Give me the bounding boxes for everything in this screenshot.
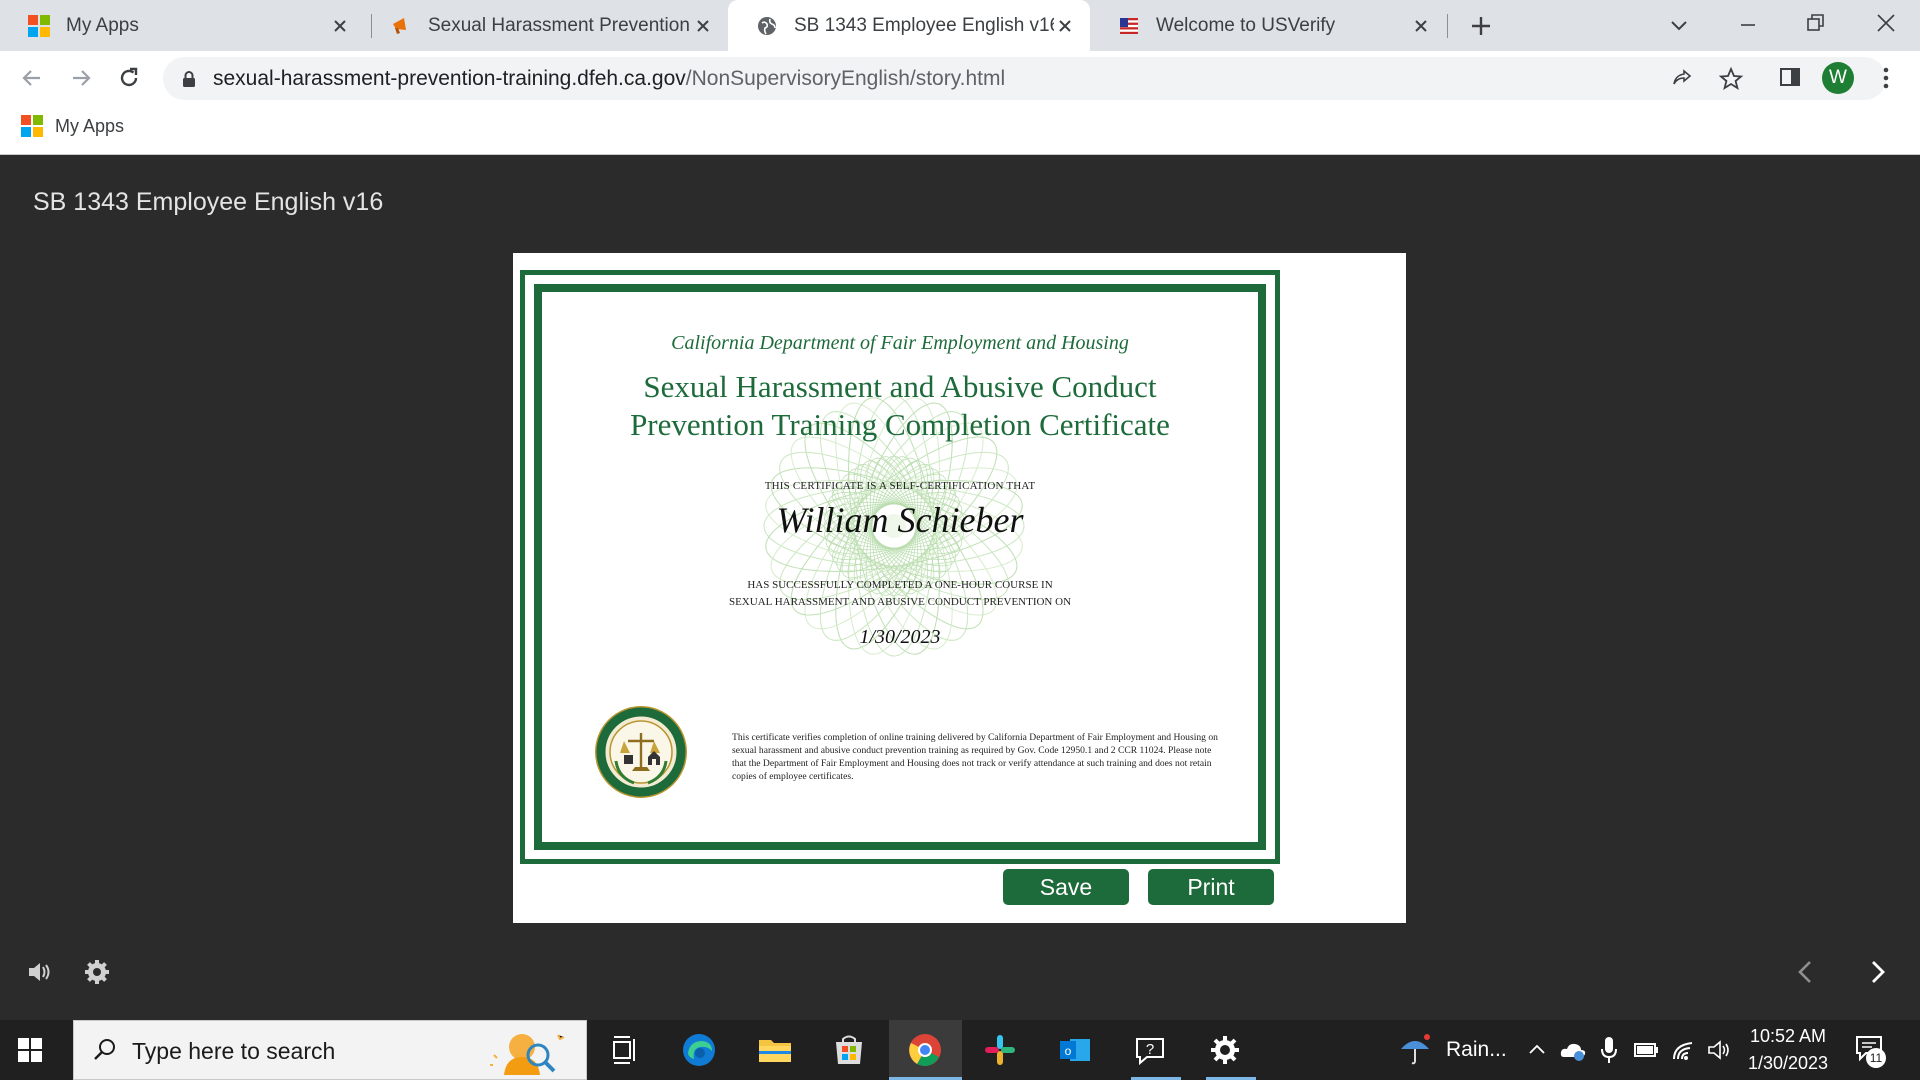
notification-count-badge: 11 xyxy=(1866,1048,1886,1068)
next-slide-chevron-icon[interactable] xyxy=(1862,957,1892,987)
bookmarks-bar: My Apps xyxy=(0,105,1920,155)
certificate-slide: California Department of Fair Employment… xyxy=(513,253,1406,923)
tab-divider xyxy=(1447,14,1448,38)
forward-arrow-icon[interactable] xyxy=(67,64,95,92)
tab-title: SB 1343 Employee English v16 xyxy=(794,14,1054,36)
search-placeholder: Type here to search xyxy=(132,1038,336,1064)
reload-icon[interactable] xyxy=(115,64,143,92)
page-title: SB 1343 Employee English v16 xyxy=(33,188,384,216)
bookmark-star-icon[interactable] xyxy=(1718,66,1744,92)
certificate-inner-border: California Department of Fair Employment… xyxy=(534,284,1266,850)
completion-date: 1/30/2023 xyxy=(859,626,941,648)
tab-my-apps[interactable]: My Apps xyxy=(0,0,365,51)
us-flag-icon xyxy=(1120,17,1138,34)
recipient-name: William Schieber xyxy=(776,500,1024,540)
print-button[interactable]: Print xyxy=(1148,869,1274,905)
tab-search-chevron-down-icon[interactable] xyxy=(1667,13,1691,37)
completion-statement-line1: HAS SUCCESSFULLY COMPLETED A ONE-HOUR CO… xyxy=(747,579,1053,591)
more-menu-icon[interactable] xyxy=(1876,64,1896,92)
volume-icon[interactable] xyxy=(24,957,54,987)
taskbar-search-box[interactable]: Type here to search xyxy=(73,1020,587,1080)
task-view-icon[interactable] xyxy=(606,1031,644,1069)
battery-icon[interactable] xyxy=(1632,1038,1660,1062)
certificate-heading-line1: Sexual Harassment and Abusive Conduct xyxy=(643,369,1157,404)
back-arrow-icon[interactable] xyxy=(18,64,46,92)
windows-start-icon[interactable] xyxy=(17,1037,43,1063)
file-explorer-icon[interactable] xyxy=(756,1031,794,1069)
search-highlight-illustration-icon xyxy=(490,1034,565,1075)
share-icon[interactable] xyxy=(1670,67,1694,91)
close-tab-icon[interactable] xyxy=(1410,15,1432,37)
certificate-heading: Sexual Harassment and Abusive Conduct Pr… xyxy=(542,368,1258,444)
close-tab-icon[interactable] xyxy=(329,15,351,37)
microphone-icon[interactable] xyxy=(1598,1035,1620,1065)
bookmark-label: My Apps xyxy=(55,115,125,136)
completion-statement: HAS SUCCESSFULLY COMPLETED A ONE-HOUR CO… xyxy=(542,577,1258,611)
url-path: /NonSupervisoryEnglish/story.html xyxy=(685,67,1006,90)
previous-slide-chevron-icon[interactable] xyxy=(1791,957,1821,987)
settings-gear-icon[interactable] xyxy=(82,957,112,987)
certificate-heading-line2: Prevention Training Completion Certifica… xyxy=(630,407,1170,442)
close-window-icon[interactable] xyxy=(1873,10,1899,36)
new-tab-icon[interactable] xyxy=(1468,13,1494,39)
show-hidden-icons-chevron-up-icon[interactable] xyxy=(1526,1039,1548,1061)
lock-icon[interactable] xyxy=(181,70,197,88)
minimize-icon[interactable] xyxy=(1736,13,1760,37)
rain-weather-icon[interactable] xyxy=(1396,1031,1434,1069)
windows-taskbar: Type here to search o ? Rain... 10:52 AM… xyxy=(0,1020,1920,1080)
svg-text:?: ? xyxy=(1146,1041,1154,1058)
save-button[interactable]: Save xyxy=(1003,869,1129,905)
close-tab-icon[interactable] xyxy=(692,15,714,37)
tab-title: Welcome to USVerify xyxy=(1156,14,1336,36)
tab-welcome-usverify[interactable]: Welcome to USVerify xyxy=(1090,0,1446,51)
notification-center-button[interactable]: 11 xyxy=(1854,1034,1888,1068)
tab-sexual-harassment-prevention[interactable]: Sexual Harassment Prevention Tr xyxy=(362,0,728,51)
self-certification-text: THIS CERTIFICATE IS A SELF-CERTIFICATION… xyxy=(764,480,1036,492)
clock-time[interactable]: 10:52 AM xyxy=(1748,1026,1828,1047)
globe-icon xyxy=(758,16,776,35)
url-domain: sexual-harassment-prevention-training.df… xyxy=(213,67,686,90)
certificate-organization: California Department of Fair Employment… xyxy=(671,332,1129,354)
chrome-browser-icon[interactable] xyxy=(906,1031,944,1069)
side-panel-icon[interactable] xyxy=(1778,65,1802,89)
get-help-icon[interactable]: ? xyxy=(1131,1031,1169,1069)
certificate-outer-border: California Department of Fair Employment… xyxy=(520,270,1280,864)
completion-statement-line2: SEXUAL HARASSMENT AND ABUSIVE CONDUCT PR… xyxy=(728,596,1072,608)
onedrive-icon[interactable] xyxy=(1559,1037,1587,1063)
certificate-disclaimer: This certificate verifies completion of … xyxy=(732,732,1218,782)
tab-sb-1343-employee[interactable]: SB 1343 Employee English v16 xyxy=(728,0,1090,51)
bookmark-my-apps[interactable]: My Apps xyxy=(21,115,124,137)
weather-text[interactable]: Rain... xyxy=(1446,1038,1507,1062)
address-bar[interactable]: sexual-harassment-prevention-training.df… xyxy=(163,57,1886,100)
microsoft-logo-icon xyxy=(28,14,50,37)
clock-date[interactable]: 1/30/2023 xyxy=(1740,1053,1836,1074)
browser-toolbar: sexual-harassment-prevention-training.df… xyxy=(0,51,1920,105)
outlook-icon[interactable]: o xyxy=(1056,1031,1094,1069)
microsoft-store-icon[interactable] xyxy=(830,1031,868,1069)
microsoft-logo-icon xyxy=(21,115,43,137)
profile-avatar[interactable]: W xyxy=(1822,62,1854,94)
slack-icon[interactable] xyxy=(981,1031,1019,1069)
dfeh-seal-logo xyxy=(595,706,687,798)
search-icon xyxy=(94,1039,115,1060)
wifi-icon[interactable] xyxy=(1670,1037,1698,1063)
speaker-volume-icon[interactable] xyxy=(1706,1037,1732,1063)
settings-gear-icon[interactable] xyxy=(1206,1031,1244,1069)
url-text[interactable]: sexual-harassment-prevention-training.df… xyxy=(213,67,1005,91)
megaphone-icon xyxy=(393,17,406,34)
svg-text:o: o xyxy=(1065,1044,1072,1058)
tab-title: My Apps xyxy=(66,14,139,36)
restore-icon[interactable] xyxy=(1804,11,1828,35)
tab-title: Sexual Harassment Prevention Tr xyxy=(428,14,692,36)
close-tab-icon[interactable] xyxy=(1054,15,1076,37)
edge-browser-icon[interactable] xyxy=(680,1031,718,1069)
browser-tab-bar: My Apps Sexual Harassment Prevention Tr … xyxy=(0,0,1920,51)
